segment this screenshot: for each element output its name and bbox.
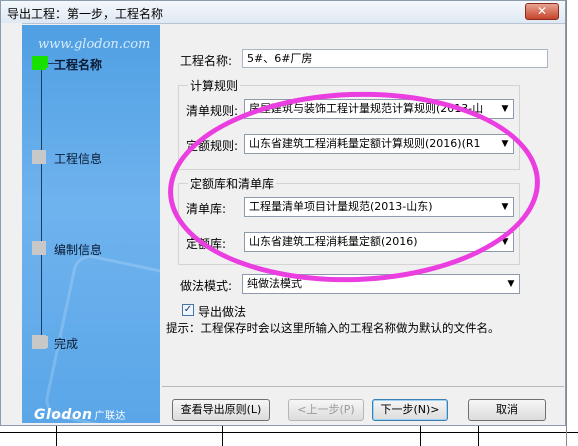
step-label: 完成 [54, 337, 79, 351]
inactive-step-icon [32, 150, 46, 164]
project-name-input[interactable]: 5#、6#厂房 [242, 49, 548, 68]
window-title: 导出工程：第一步，工程名称 [7, 7, 164, 21]
bill-lib-select[interactable]: 工程量清单项目计量规范(2013-山东) ▼ [244, 197, 514, 217]
logo-text: Glodon [34, 407, 93, 423]
close-button[interactable]: ✕ [525, 3, 559, 20]
chevron-down-icon[interactable]: ▼ [497, 198, 513, 216]
wizard-sidebar: www.glodon.com 工程名称 工程信息 编制信息 完成 Glodon 广… [22, 25, 160, 423]
quota-lib-label: 定额库: [186, 237, 227, 251]
inactive-step-icon [32, 241, 46, 255]
libs-group [178, 183, 520, 265]
bill-rule-select[interactable]: 房屋建筑与装饰工程计量规范计算规则(2013-山 ▼ [244, 99, 514, 119]
next-step-button[interactable]: 下一步(N)> [372, 399, 448, 421]
background-line [56, 426, 57, 446]
bill-lib-value: 工程量清单项目计量规范(2013-山东) [249, 200, 433, 213]
step-label: 工程信息 [54, 152, 103, 166]
quota-rule-select[interactable]: 山东省建筑工程消耗量定额计算规则(2016)(R1 ▼ [244, 134, 514, 154]
step-label: 编制信息 [54, 243, 103, 257]
chevron-down-icon[interactable]: ▼ [497, 233, 513, 251]
prev-step-button[interactable]: <上一步(P) [288, 399, 364, 421]
hint-text: 提示：工程保存时会以这里所输入的工程名称做为默认的文件名。 [166, 321, 500, 335]
export-method-checkbox[interactable]: ✓ [182, 304, 194, 316]
title-bar[interactable]: 导出工程：第一步，工程名称 ✕ [1, 1, 565, 24]
cancel-button[interactable]: 取消 [468, 399, 546, 421]
chevron-down-icon[interactable]: ▼ [497, 100, 513, 118]
form-area: 工程名称: 5#、6#厂房 计算规则 清单规则: 房屋建筑与装饰工程计量规范计算… [162, 25, 562, 385]
step-label: 工程名称 [54, 58, 103, 72]
chevron-down-icon[interactable]: ▼ [497, 135, 513, 153]
bill-rule-label: 清单规则: [186, 104, 239, 118]
step-marker [34, 336, 48, 348]
project-name-label: 工程名称: [180, 54, 233, 68]
step-rail [41, 67, 42, 347]
method-mode-label: 做法模式: [180, 279, 233, 293]
method-mode-value: 纯做法模式 [247, 277, 302, 290]
view-export-rules-button[interactable]: 查看导出原则(L) [172, 399, 270, 421]
calc-rules-group [178, 85, 520, 170]
glodon-logo: Glodon 广联达 [34, 407, 126, 423]
background-line [478, 426, 479, 446]
background-line [566, 0, 567, 446]
background-line [222, 426, 223, 446]
brand-url: www.glodon.com [38, 37, 151, 52]
method-mode-select[interactable]: 纯做法模式 ▼ [242, 274, 520, 294]
logo-cn-text: 广联达 [94, 411, 127, 422]
bill-rule-value: 房屋建筑与装饰工程计量规范计算规则(2013-山 [249, 102, 484, 115]
libs-group-title: 定额库和清单库 [188, 175, 277, 192]
chevron-down-icon[interactable]: ▼ [503, 275, 519, 293]
step-connector [46, 63, 60, 64]
quota-rule-value: 山东省建筑工程消耗量定额计算规则(2016)(R1 [249, 137, 481, 150]
step-marker [34, 56, 48, 68]
bill-lib-label: 清单库: [186, 202, 227, 216]
quota-lib-select[interactable]: 山东省建筑工程消耗量定额(2016) ▼ [244, 232, 514, 252]
left-strip [1, 23, 22, 425]
export-method-label: 导出做法 [198, 305, 247, 319]
quota-lib-value: 山东省建筑工程消耗量定额(2016) [249, 235, 418, 248]
quota-rule-label: 定额规则: [186, 139, 239, 153]
footer-separator [162, 386, 564, 387]
background-line [420, 426, 421, 446]
background-line [0, 432, 578, 433]
calc-rules-group-title: 计算规则 [188, 77, 241, 94]
